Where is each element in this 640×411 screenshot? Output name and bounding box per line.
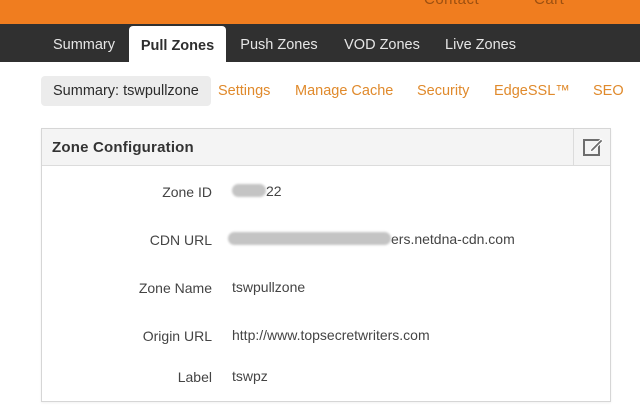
edit-button[interactable] [573, 129, 610, 165]
top-banner: Contact Cart [0, 0, 640, 24]
subtab-security[interactable]: Security [417, 76, 469, 106]
sub-nav: Summary: tswpullzone Settings Manage Cac… [0, 62, 640, 118]
main-nav: Summary Pull Zones Push Zones VOD Zones … [0, 24, 640, 64]
subtab-seo[interactable]: SEO [593, 76, 624, 106]
origin-url-label: Origin URL [142, 328, 212, 344]
zone-id-value: 22 [232, 183, 282, 199]
cdn-url-text: ers.netdna-cdn.com [391, 231, 515, 247]
zone-name-value: tswpullzone [232, 279, 306, 295]
zone-configuration-panel: Zone Configuration Zone ID 22 CDN URL er… [41, 128, 611, 402]
zone-name-label: Zone Name [138, 280, 212, 296]
tab-push-zones[interactable]: Push Zones [232, 24, 326, 62]
subtab-settings[interactable]: Settings [218, 76, 270, 106]
tab-summary[interactable]: Summary [42, 24, 126, 62]
panel-header: Zone Configuration [42, 129, 610, 166]
redacted-block [232, 184, 266, 198]
tab-live-zones[interactable]: Live Zones [437, 24, 524, 62]
label-value: tswpz [232, 368, 268, 384]
top-banner-link-left[interactable]: Contact [424, 0, 479, 8]
zone-id-text: 22 [266, 183, 282, 199]
subtab-summary[interactable]: Summary: tswpullzone [41, 76, 211, 106]
panel-title: Zone Configuration [52, 139, 194, 156]
subtab-manage-cache[interactable]: Manage Cache [295, 76, 393, 106]
redacted-block [228, 232, 391, 246]
tab-vod-zones[interactable]: VOD Zones [335, 24, 429, 62]
top-banner-link-right[interactable]: Cart [534, 0, 564, 8]
tab-pull-zones[interactable]: Pull Zones [129, 26, 226, 64]
cdn-url-label: CDN URL [149, 232, 212, 248]
cdn-url-value[interactable]: ers.netdna-cdn.com [228, 231, 515, 247]
label-label: Label [177, 369, 212, 385]
edit-icon [583, 138, 604, 156]
origin-url-value[interactable]: http://www.topsecretwriters.com [232, 327, 430, 343]
subtab-edgessl[interactable]: EdgeSSL™ [494, 76, 570, 106]
zone-id-label: Zone ID [162, 184, 212, 200]
